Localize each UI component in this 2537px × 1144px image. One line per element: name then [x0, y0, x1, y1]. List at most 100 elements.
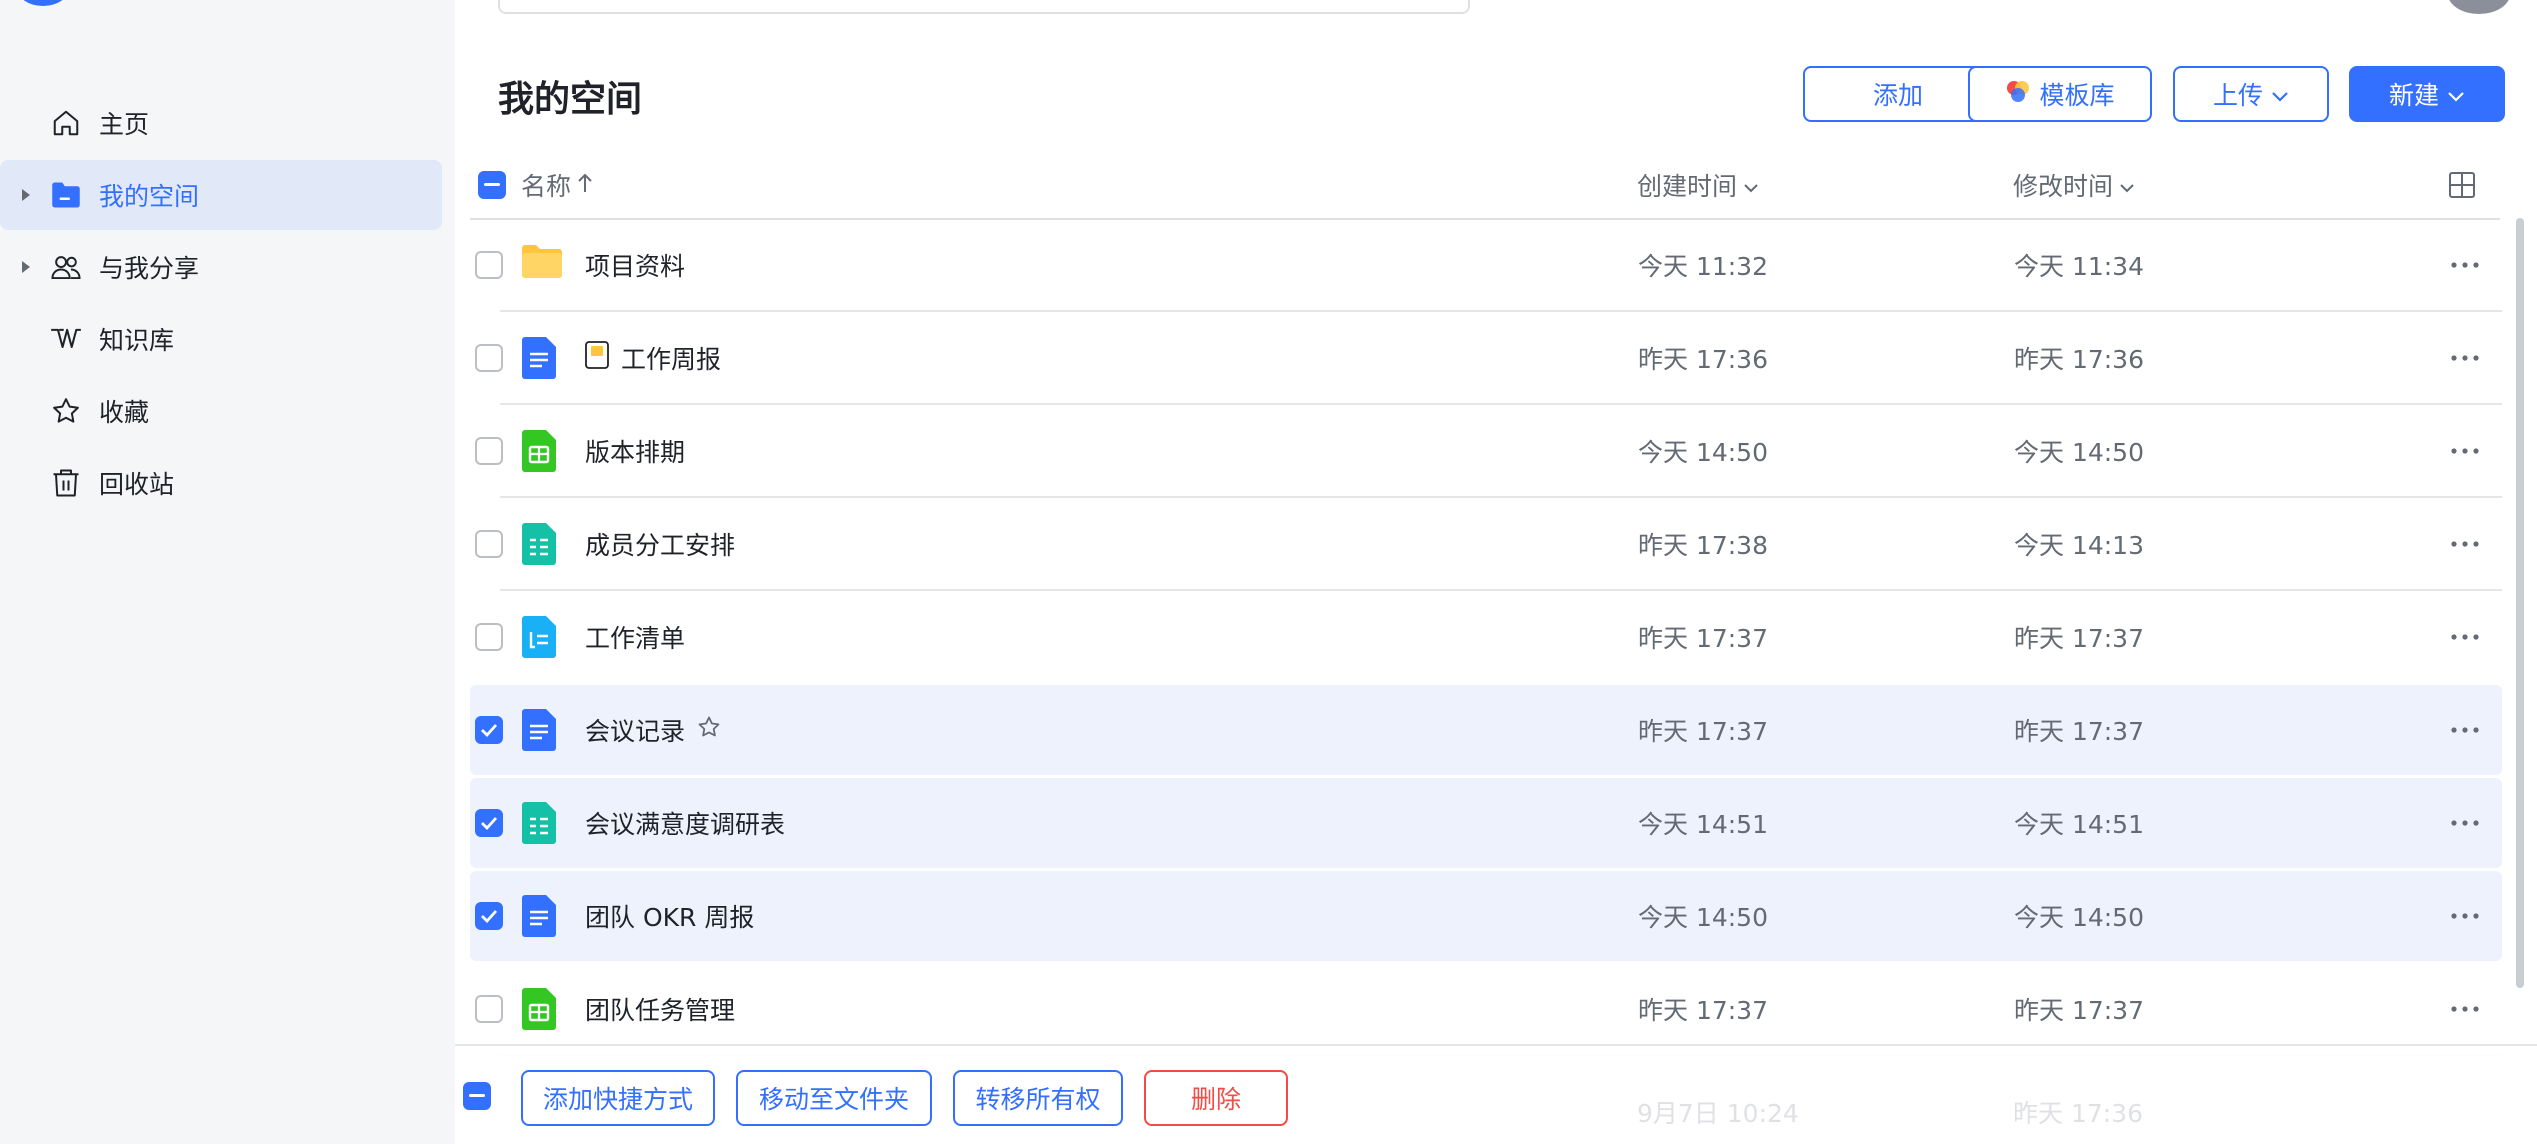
message-icon[interactable] — [2240, 0, 2270, 14]
table-row[interactable]: 项目资料 今天 11:32 今天 11:34 — [470, 220, 2502, 312]
table-row[interactable]: 团队任务管理 昨天 17:37 昨天 17:37 — [470, 964, 2502, 1056]
table-row[interactable]: 会议记录 昨天 17:37 昨天 17:37 — [470, 685, 2502, 775]
more-icon[interactable] — [2445, 808, 2485, 838]
move-to-folder-label: 移动至文件夹 — [758, 1085, 909, 1114]
modified-time: 今天 14:50 — [2014, 438, 2144, 467]
row-checkbox[interactable] — [475, 344, 503, 372]
row-checkbox[interactable] — [475, 251, 503, 279]
sidebar: 主页 我的空间 与我分享 知识库 收藏 回收站 — [0, 0, 455, 1144]
caret-right-icon[interactable] — [17, 186, 35, 204]
sidebar-item-shared[interactable]: 与我分享 — [0, 232, 442, 302]
star-icon — [49, 394, 83, 428]
more-icon[interactable] — [2445, 715, 2485, 745]
star-icon[interactable] — [697, 715, 721, 745]
select-all-checkbox[interactable] — [478, 152, 506, 218]
sort-ascending-icon — [577, 171, 593, 200]
column-modified-label: 修改时间 — [2013, 172, 2114, 201]
sidebar-item-label: 主页 — [99, 110, 150, 139]
add-shortcut-button[interactable]: 添加快捷方式 — [521, 1070, 715, 1126]
sidebar-item-home[interactable]: 主页 — [0, 88, 442, 158]
file-name[interactable]: 成员分工安排 — [585, 526, 735, 562]
people-icon — [49, 250, 83, 284]
file-name[interactable]: 团队任务管理 — [585, 991, 735, 1027]
top-toolbar — [2090, 0, 2450, 14]
row-checkbox[interactable] — [475, 437, 503, 465]
grid-view-icon[interactable] — [2448, 152, 2476, 218]
file-name-text: 工作清单 — [585, 624, 686, 653]
row-checkbox[interactable] — [475, 716, 503, 744]
sidebar-item-trash[interactable]: 回收站 — [0, 448, 442, 518]
form-icon — [522, 523, 562, 565]
avatar[interactable] — [2448, 0, 2510, 14]
file-name[interactable]: 会议记录 — [585, 712, 721, 748]
table-row[interactable]: 工作清单 昨天 17:37 昨天 17:37 — [470, 592, 2502, 682]
add-button[interactable]: 添加 — [1803, 66, 1993, 122]
row-checkbox[interactable] — [475, 995, 503, 1023]
sidebar-item-favorites[interactable]: 收藏 — [0, 376, 442, 446]
chevron-down-icon — [2271, 80, 2289, 109]
table-row[interactable]: 工作周报 昨天 17:36 昨天 17:36 — [470, 313, 2502, 405]
more-icon[interactable] — [2445, 622, 2485, 652]
table-row[interactable]: 团队 OKR 周报 今天 14:50 今天 14:50 — [470, 871, 2502, 961]
file-name[interactable]: 版本排期 — [585, 433, 685, 469]
file-name-text: 团队 OKR 周报 — [585, 903, 755, 932]
move-to-folder-button[interactable]: 移动至文件夹 — [736, 1070, 932, 1126]
modified-time: 今天 11:34 — [2014, 252, 2144, 281]
help-icon[interactable] — [2100, 0, 2130, 14]
notification-icon[interactable] — [2170, 0, 2200, 14]
row-divider — [500, 496, 2502, 498]
column-created-label: 创建时间 — [1637, 172, 1738, 201]
sidebar-item-label: 我的空间 — [99, 182, 200, 211]
file-name[interactable]: 工作周报 — [585, 340, 721, 376]
created-time: 昨天 17:37 — [1638, 996, 1768, 1025]
modified-time: 昨天 17:37 — [2014, 624, 2144, 653]
row-checkbox[interactable] — [475, 623, 503, 651]
settings-icon[interactable] — [2310, 0, 2340, 14]
column-modified-header[interactable]: 修改时间 — [2013, 152, 2135, 218]
select-all-partial-checkbox[interactable] — [478, 171, 506, 199]
upload-button[interactable]: 上传 — [2173, 66, 2329, 122]
file-name[interactable]: 项目资料 — [585, 247, 685, 283]
sidebar-item-my-space[interactable]: 我的空间 — [0, 160, 442, 230]
file-name-text: 会议记录 — [585, 717, 686, 746]
chevron-down-icon — [2447, 80, 2465, 109]
row-checkbox[interactable] — [475, 809, 503, 837]
table-row[interactable]: 成员分工安排 昨天 17:38 今天 14:13 — [470, 499, 2502, 591]
more-icon[interactable] — [2445, 901, 2485, 931]
table-row[interactable]: 版本排期 今天 14:50 今天 14:50 — [470, 406, 2502, 498]
row-divider — [500, 310, 2502, 312]
column-name-header[interactable]: 名称 — [521, 152, 593, 218]
new-button[interactable]: 新建 — [2349, 66, 2505, 122]
more-icon[interactable] — [2445, 250, 2485, 280]
modified-time: 今天 14:51 — [2014, 810, 2144, 839]
wiki-icon — [49, 322, 83, 356]
chevron-down-icon — [2119, 171, 2135, 200]
more-icon[interactable] — [2445, 343, 2485, 373]
more-icon[interactable] — [2445, 436, 2485, 466]
created-time: 今天 14:50 — [1638, 903, 1768, 932]
table-row[interactable]: 会议满意度调研表 今天 14:51 今天 14:51 — [470, 778, 2502, 868]
row-checkbox[interactable] — [475, 902, 503, 930]
caret-right-icon[interactable] — [17, 258, 35, 276]
bulk-select-checkbox[interactable] — [463, 1082, 491, 1110]
page-title: 我的空间 — [498, 79, 643, 120]
file-name[interactable]: 工作清单 — [585, 619, 685, 655]
sidebar-item-wiki[interactable]: 知识库 — [0, 304, 442, 374]
created-time: 昨天 17:37 — [1638, 624, 1768, 653]
templates-button-label: 模板库 — [2039, 81, 2115, 110]
file-name[interactable]: 会议满意度调研表 — [585, 805, 785, 841]
more-icon[interactable] — [2445, 529, 2485, 559]
transfer-ownership-button[interactable]: 转移所有权 — [953, 1070, 1123, 1126]
folder-icon — [49, 178, 83, 212]
more-icon[interactable] — [2445, 994, 2485, 1024]
row-checkbox[interactable] — [475, 530, 503, 558]
upload-button-label: 上传 — [2212, 81, 2263, 110]
templates-button[interactable]: 模板库 — [1968, 66, 2152, 122]
delete-button[interactable]: 删除 — [1144, 1070, 1288, 1126]
column-created-header[interactable]: 创建时间 — [1637, 152, 1759, 218]
app-logo[interactable] — [17, 0, 69, 6]
notebook-emoji-icon — [585, 341, 609, 375]
scrollbar[interactable] — [2516, 218, 2524, 988]
search-input[interactable] — [498, 0, 1470, 14]
file-name[interactable]: 团队 OKR 周报 — [585, 898, 754, 934]
